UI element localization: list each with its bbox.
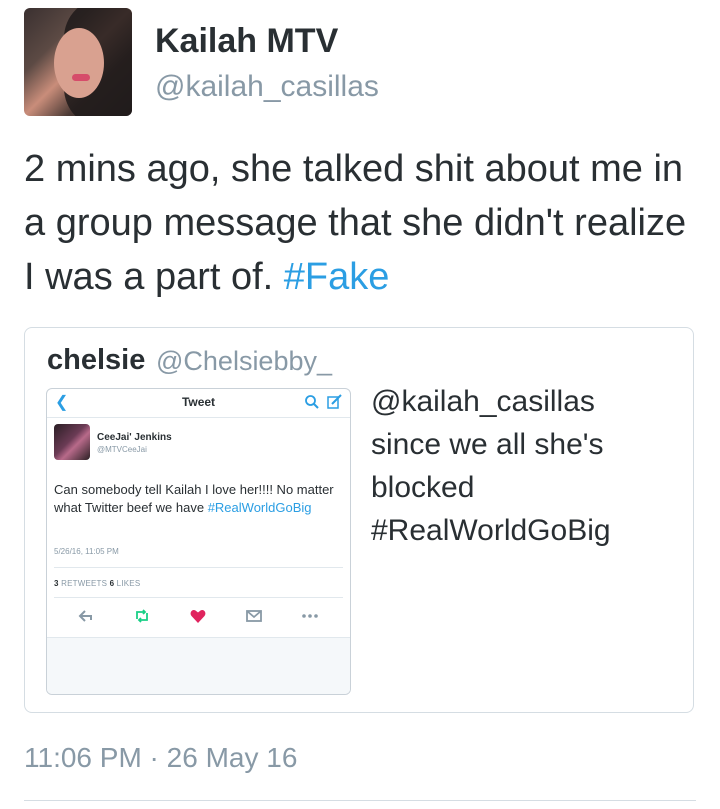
quoted-hashtag: #RealWorldGoBig xyxy=(371,514,611,547)
dm-icon xyxy=(246,610,262,622)
screenshot-date: 5/26/16, 11:05 PM xyxy=(54,547,119,556)
hashtag-link[interactable]: #Fake xyxy=(284,256,390,298)
compose-icon xyxy=(327,394,342,409)
quoted-text-line: since we all she's xyxy=(371,428,604,461)
likes-count: 6 xyxy=(109,579,115,588)
screenshot-action-bar xyxy=(47,607,350,627)
reply-icon xyxy=(78,610,92,622)
tweet-text: 2 mins ago, she talked shit about me in … xyxy=(24,142,704,304)
retweet-icon xyxy=(136,609,148,623)
divider xyxy=(24,800,696,801)
quoted-mention: @kailah_casillas xyxy=(371,385,595,418)
screenshot-footer-area xyxy=(47,637,350,694)
screenshot-avatar xyxy=(54,424,90,460)
likes-label: LIKES xyxy=(116,579,141,588)
author-name[interactable]: Kailah MTV xyxy=(155,22,338,61)
quoted-tweet[interactable]: chelsie @Chelsiebby_ ❮ Tweet CeeJai' Jen… xyxy=(24,327,694,713)
quoted-media-screenshot[interactable]: ❮ Tweet CeeJai' Jenkins @MTVCeeJai Can s… xyxy=(46,388,351,695)
avatar-lips xyxy=(72,74,90,81)
retweets-count: 3 xyxy=(54,579,59,588)
more-icon xyxy=(302,614,318,618)
avatar-face xyxy=(54,28,104,98)
screenshot-nav-bar: ❮ Tweet xyxy=(47,389,350,418)
screenshot-stats: 3 RETWEETS 6 LIKES xyxy=(54,579,140,588)
screenshot-author-name: CeeJai' Jenkins xyxy=(97,432,172,443)
screenshot-hashtag: #RealWorldGoBig xyxy=(207,500,312,515)
author-avatar[interactable] xyxy=(24,8,132,116)
screenshot-author-handle: @MTVCeeJai xyxy=(97,445,147,454)
heart-icon xyxy=(190,610,206,623)
retweets-label: RETWEETS xyxy=(61,579,108,588)
search-icon xyxy=(305,395,319,409)
divider xyxy=(54,567,343,568)
author-handle[interactable]: @kailah_casillas xyxy=(155,70,379,104)
screenshot-tweet-text: Can somebody tell Kailah I love her!!!! … xyxy=(54,481,344,517)
quoted-text-line: blocked xyxy=(371,471,475,504)
quoted-author-name: chelsie xyxy=(47,344,146,376)
quoted-author-handle: @Chelsiebby_ xyxy=(156,346,333,376)
tweet-timestamp[interactable]: 11:06 PM · 26 May 16 xyxy=(24,742,297,774)
divider xyxy=(54,597,343,598)
quoted-tweet-text: @kailah_casillas since we all she's bloc… xyxy=(371,380,681,552)
